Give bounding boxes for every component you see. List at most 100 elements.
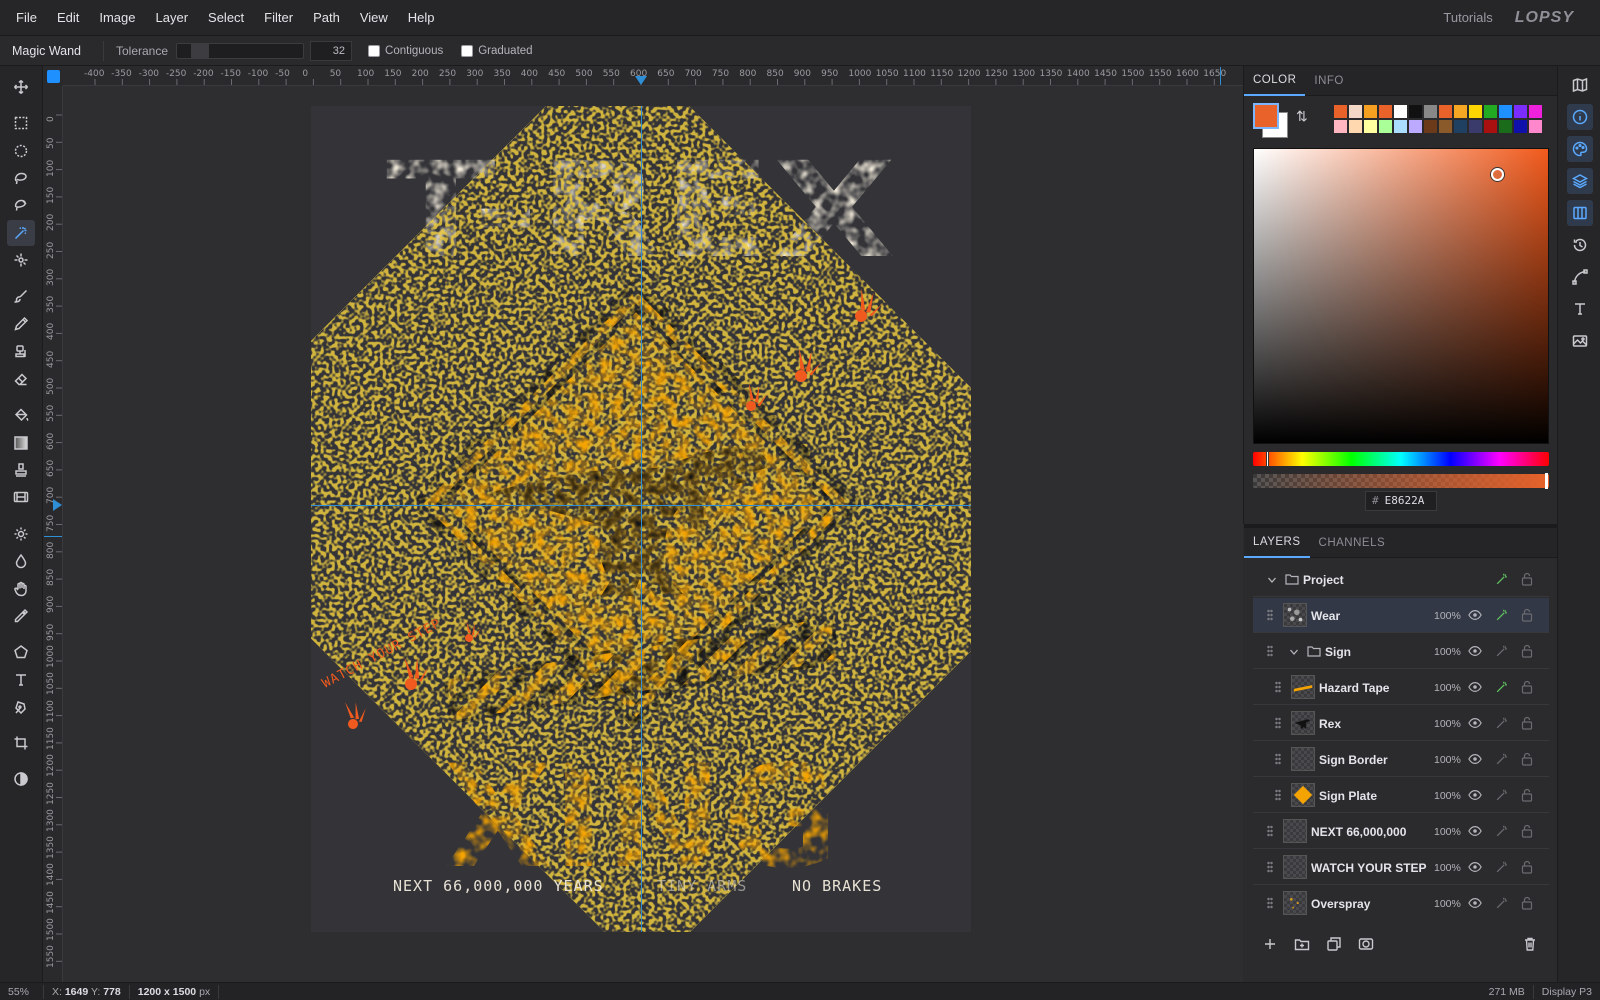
lock-icon[interactable] <box>1521 608 1533 622</box>
color-swatch[interactable] <box>1513 104 1528 119</box>
layer-effect-icon[interactable] <box>1495 752 1509 766</box>
foreground-color-swatch[interactable] <box>1253 103 1279 129</box>
color-swatch[interactable] <box>1378 104 1393 119</box>
drag-handle-icon[interactable] <box>1275 789 1281 801</box>
channels-icon[interactable] <box>1567 200 1593 226</box>
color-swatch[interactable] <box>1498 104 1513 119</box>
pencil-icon[interactable] <box>7 311 35 337</box>
duplicate-layer-icon[interactable] <box>1326 936 1344 954</box>
menu-path[interactable]: Path <box>303 0 350 36</box>
tolerance-slider-thumb[interactable] <box>191 42 210 59</box>
blur-icon[interactable] <box>7 548 35 574</box>
layer-effect-icon[interactable] <box>1495 572 1509 586</box>
drag-handle-icon[interactable] <box>1267 861 1273 873</box>
eyedropper-icon[interactable] <box>7 603 35 629</box>
horizontal-ruler[interactable]: -400 -350 -300 -250 -200 -150 -100 -50 0 50 100 150… <box>63 67 1243 86</box>
layer-row[interactable]: Overspray 100% <box>1253 886 1549 916</box>
brush-icon[interactable] <box>7 283 35 309</box>
layer-opacity[interactable]: 100% <box>1434 898 1461 910</box>
layer-effect-icon[interactable] <box>1495 824 1509 838</box>
color-swatch[interactable] <box>1393 119 1408 134</box>
graduated-checkbox[interactable]: Graduated <box>461 44 533 57</box>
color-swatch[interactable] <box>1408 104 1423 119</box>
color-swatch[interactable] <box>1333 119 1348 134</box>
layer-row[interactable]: Project <box>1253 562 1549 597</box>
image-adjust-icon[interactable] <box>1567 328 1593 354</box>
ruler-origin-square[interactable] <box>47 70 60 83</box>
layer-effect-icon[interactable] <box>1495 716 1509 730</box>
lock-icon[interactable] <box>1521 788 1533 802</box>
layer-name[interactable]: Wear <box>1311 609 1340 623</box>
layer-effect-icon[interactable] <box>1495 860 1509 874</box>
visibility-eye-icon[interactable] <box>1468 609 1482 621</box>
lock-icon[interactable] <box>1521 824 1533 838</box>
graduated-checkbox-box[interactable] <box>461 44 474 57</box>
layer-name[interactable]: Sign Plate <box>1319 789 1377 803</box>
layer-opacity[interactable]: 100% <box>1434 718 1461 730</box>
lock-icon[interactable] <box>1521 860 1533 874</box>
ellipse-select-icon[interactable] <box>7 138 35 164</box>
menu-image[interactable]: Image <box>89 0 145 36</box>
delete-layer-icon[interactable] <box>1522 936 1540 954</box>
layer-row[interactable]: Rex 100% <box>1253 706 1549 741</box>
layer-row[interactable]: Sign Plate 100% <box>1253 778 1549 813</box>
stamp-icon[interactable] <box>7 457 35 483</box>
color-swatch[interactable] <box>1348 104 1363 119</box>
layer-row[interactable]: WATCH YOUR STEP 100% <box>1253 850 1549 885</box>
lock-icon[interactable] <box>1521 896 1533 910</box>
palette-icon[interactable] <box>1567 136 1593 162</box>
lock-icon[interactable] <box>1521 680 1533 694</box>
layer-effect-icon[interactable] <box>1495 680 1509 694</box>
menu-select[interactable]: Select <box>198 0 254 36</box>
layer-effect-icon[interactable] <box>1495 896 1509 910</box>
color-swatch[interactable] <box>1363 119 1378 134</box>
visibility-eye-icon[interactable] <box>1468 897 1482 909</box>
lock-icon[interactable] <box>1521 644 1533 658</box>
tab-channels[interactable]: CHANNELS <box>1310 528 1395 558</box>
layer-name[interactable]: Rex <box>1319 717 1341 731</box>
color-swatch[interactable] <box>1528 104 1543 119</box>
visibility-eye-icon[interactable] <box>1468 645 1482 657</box>
layer-name[interactable]: Sign Border <box>1319 753 1388 767</box>
layer-row[interactable]: Hazard Tape 100% <box>1253 670 1549 705</box>
color-swatch[interactable] <box>1423 119 1438 134</box>
text-icon[interactable] <box>7 667 35 693</box>
layer-opacity[interactable]: 100% <box>1434 790 1461 802</box>
layers-icon[interactable] <box>1567 168 1593 194</box>
layer-effect-icon[interactable] <box>1495 608 1509 622</box>
color-picker-handle[interactable] <box>1491 168 1504 181</box>
mask-icon[interactable] <box>1358 936 1376 954</box>
alpha-slider[interactable] <box>1253 473 1549 489</box>
contiguous-checkbox-box[interactable] <box>368 44 381 57</box>
layer-opacity[interactable]: 100% <box>1434 610 1461 622</box>
layer-name[interactable]: Sign <box>1325 645 1351 659</box>
visibility-eye-icon[interactable] <box>1468 717 1482 729</box>
color-swatch[interactable] <box>1453 119 1468 134</box>
guide-vertical[interactable] <box>641 106 642 932</box>
character-icon[interactable] <box>1567 296 1593 322</box>
add-layer-icon[interactable] <box>1262 936 1280 954</box>
layer-opacity[interactable]: 100% <box>1434 646 1461 658</box>
layer-name[interactable]: Overspray <box>1311 897 1370 911</box>
fill-icon[interactable] <box>7 402 35 428</box>
move-icon[interactable] <box>7 74 35 100</box>
layer-opacity[interactable]: 100% <box>1434 682 1461 694</box>
crop-icon[interactable] <box>7 730 35 756</box>
expand-chevron-icon[interactable] <box>1289 646 1299 656</box>
hue-slider[interactable] <box>1253 451 1549 467</box>
hex-input[interactable]: # E8622A <box>1365 491 1437 511</box>
color-swatch[interactable] <box>1408 119 1423 134</box>
drag-handle-icon[interactable] <box>1267 645 1273 657</box>
color-swatch[interactable] <box>1498 119 1513 134</box>
new-group-icon[interactable] <box>1294 936 1312 954</box>
clone-stamp-icon[interactable] <box>7 339 35 365</box>
drag-handle-icon[interactable] <box>1267 609 1273 621</box>
eraser-icon[interactable] <box>7 366 35 392</box>
visibility-eye-icon[interactable] <box>1468 681 1482 693</box>
layer-effect-icon[interactable] <box>1495 788 1509 802</box>
zoom-level[interactable]: 55% <box>0 984 44 999</box>
vertical-ruler[interactable]: 0 50 100 150 200 250 300 350 400 450 500 550 600 650 7… <box>44 86 63 982</box>
menu-filter[interactable]: Filter <box>254 0 303 36</box>
color-swatch[interactable] <box>1468 119 1483 134</box>
menu-file[interactable]: File <box>6 0 47 36</box>
